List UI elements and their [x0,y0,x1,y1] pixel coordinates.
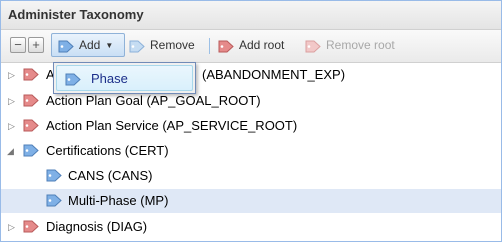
tag-remove-root-icon [305,40,321,52]
tree-row-label: Multi-Phase (MP) [68,193,169,208]
tree-row[interactable]: ▷ Diagnosis (DIAG) [1,215,501,239]
tag-icon [23,119,39,135]
remove-root-button[interactable]: Remove root [305,33,395,57]
tree-row[interactable]: ▷ Action Plan Service (AP_SERVICE_ROOT) [1,114,501,138]
tree-row-label-tail: (ABANDONMENT_EXP) [202,67,346,82]
minus-icon: − [10,37,26,53]
tag-add-root-icon [218,40,234,52]
tree-row-label: Diagnosis (DIAG) [46,219,148,234]
tag-icon [23,144,39,160]
tag-icon [46,194,62,210]
chevron-down-icon: ▼ [105,40,114,50]
menu-item-phase[interactable]: Phase [56,65,193,91]
tag-icon [65,73,81,89]
panel-header: Administer Taxonomy [1,1,501,30]
tree-row[interactable]: ◢ Certifications (CERT) [1,139,501,163]
add-root-label: Add root [239,38,285,52]
tree-row-label: Action Plan Goal (AP_GOAL_ROOT) [46,93,261,108]
menu-item-label: Phase [91,71,128,86]
tag-remove-icon [129,40,145,52]
tree-row-label: Certifications (CERT) [46,143,169,158]
tag-icon [58,40,74,52]
remove-root-label: Remove root [326,38,395,52]
remove-button[interactable]: Remove [129,33,195,57]
tag-icon [23,94,39,110]
expand-arrow-icon[interactable]: ▷ [8,96,18,106]
plus-icon: + [28,37,44,53]
tree-row-label: CANS (CANS) [68,168,153,183]
tree-row-selected[interactable]: Multi-Phase (MP) [1,189,501,213]
add-root-button[interactable]: Add root [218,33,284,57]
remove-label: Remove [150,38,195,52]
collapse-arrow-icon[interactable]: ◢ [7,146,17,156]
expand-arrow-icon[interactable]: ▷ [8,70,18,80]
tree-row[interactable]: CANS (CANS) [1,164,501,188]
tag-icon [46,169,62,185]
collapse-all-button[interactable]: − [10,33,26,57]
toolbar: − + Add ▼ Remove Add root Remove root [1,30,501,63]
tag-icon [23,220,39,236]
tree-row-label: Action Plan Service (AP_SERVICE_ROOT) [46,118,298,133]
expand-arrow-icon[interactable]: ▷ [8,121,18,131]
panel-title: Administer Taxonomy [8,7,144,22]
expand-arrow-icon[interactable]: ▷ [8,222,18,232]
tag-icon [23,68,39,84]
toolbar-separator [209,38,210,54]
expand-all-button[interactable]: + [28,33,44,57]
taxonomy-panel: Administer Taxonomy − + Add ▼ Remove Add… [0,0,502,242]
add-dropdown-menu: Phase [53,62,196,94]
add-label: Add [79,38,101,52]
add-button[interactable]: Add ▼ [51,33,125,57]
